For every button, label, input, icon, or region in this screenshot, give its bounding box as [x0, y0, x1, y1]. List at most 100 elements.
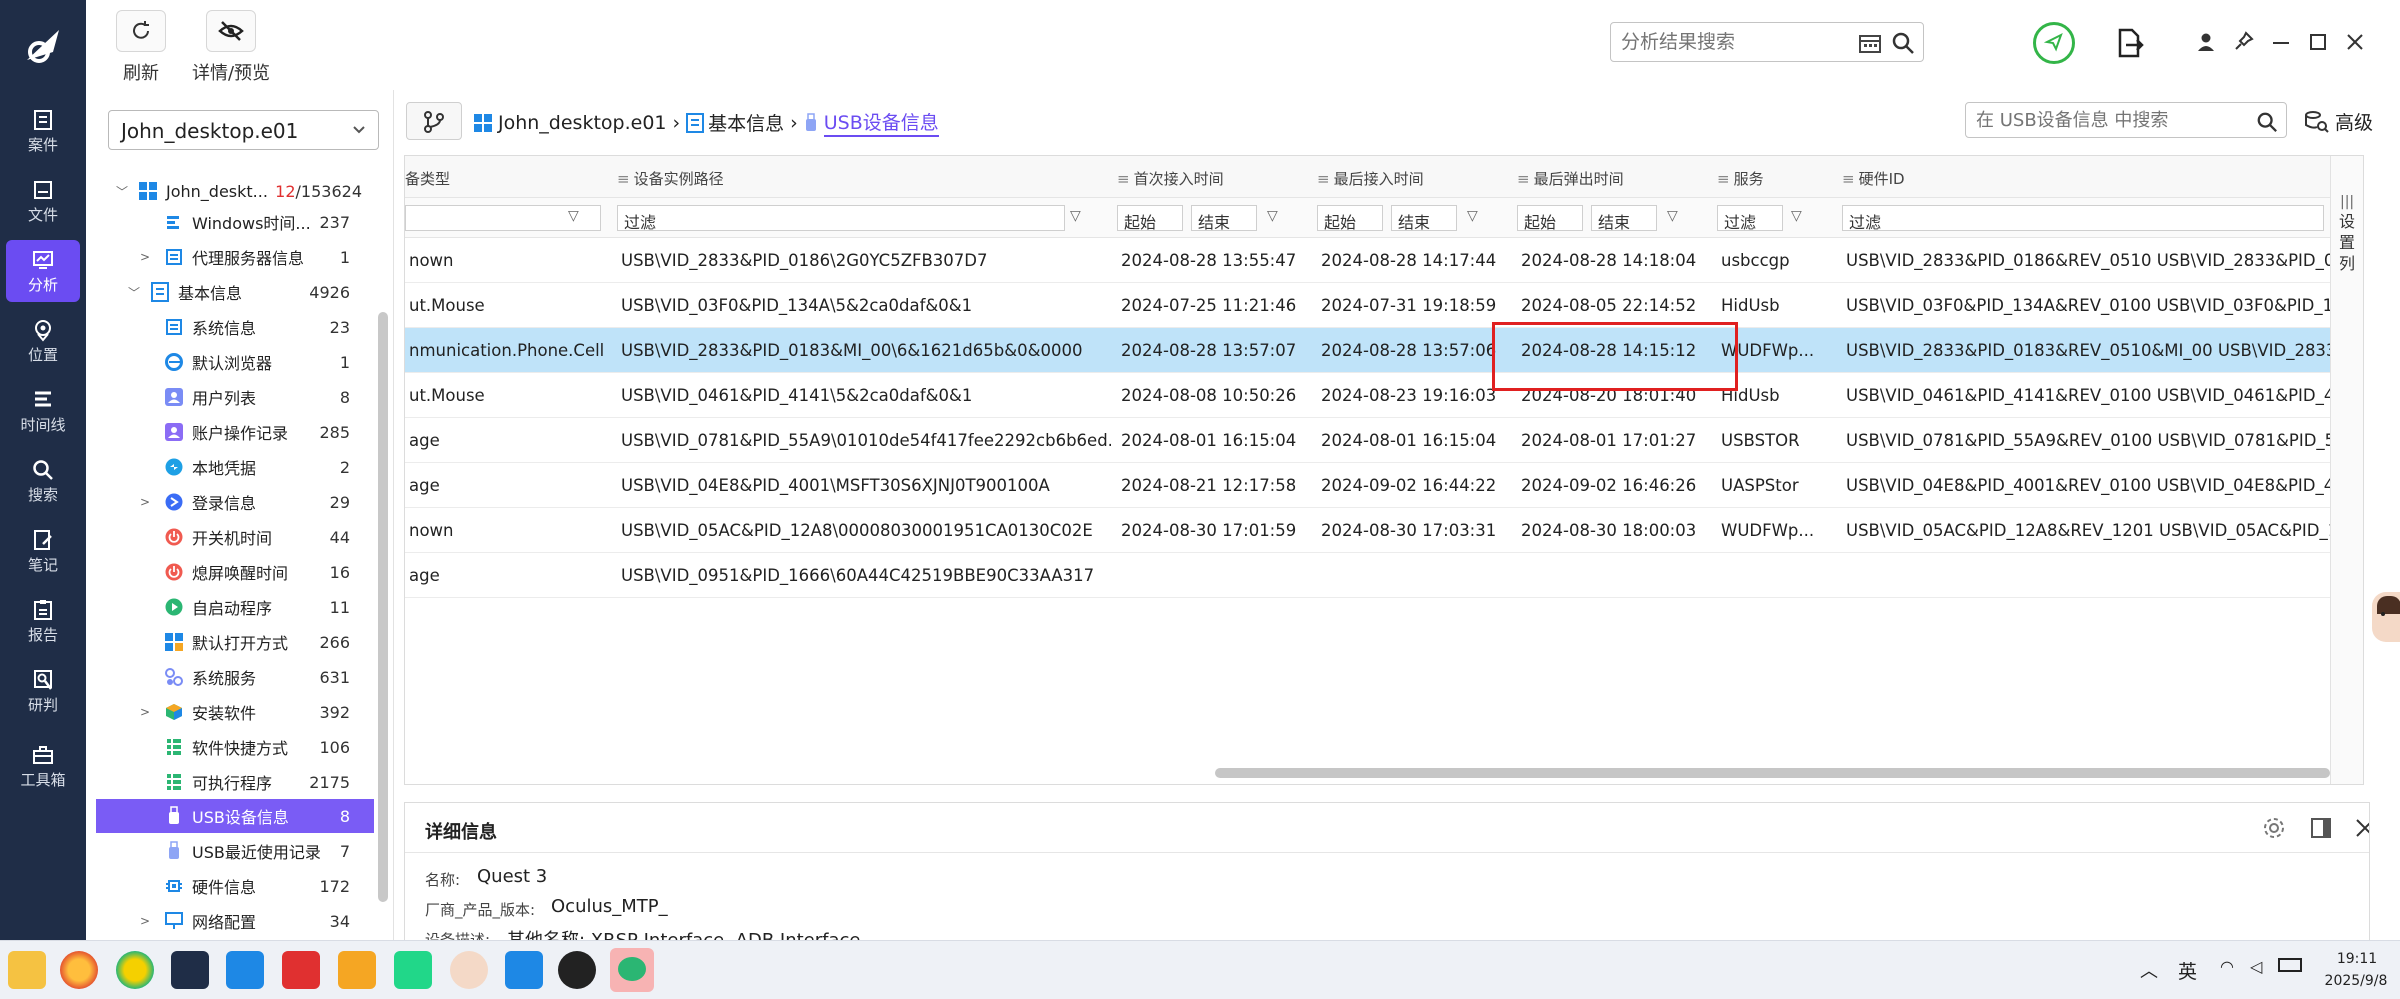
nav-report[interactable]: 报告: [6, 590, 80, 652]
column-header[interactable]: ≡ 最后接入时间: [1317, 168, 1424, 189]
refresh-button[interactable]: 刷新: [116, 10, 166, 85]
tree-item-default-browser[interactable]: 默认浏览器 1: [96, 345, 364, 379]
filter-icon[interactable]: ▽: [568, 208, 579, 224]
expand-icon[interactable]: >: [140, 250, 150, 264]
panel-layout-icon[interactable]: [2310, 817, 2332, 839]
forensic-app-icon[interactable]: [171, 951, 209, 989]
wechat-icon[interactable]: [610, 948, 654, 992]
column-settings-button[interactable]: 设置列: [2339, 211, 2357, 274]
filter-input[interactable]: 过滤: [617, 205, 1065, 231]
date-end-input[interactable]: 结束: [1391, 205, 1457, 231]
breadcrumb-root[interactable]: John_desktop.e01: [498, 112, 667, 134]
date-end-input[interactable]: 结束: [1591, 205, 1657, 231]
tree-item-local-credentials[interactable]: 本地凭据 2: [96, 450, 364, 484]
filter-icon[interactable]: ▽: [1467, 208, 1478, 224]
settings-icon[interactable]: [2263, 817, 2285, 839]
drag-handle-icon[interactable]: |||: [2340, 194, 2354, 210]
maximize-icon[interactable]: [2310, 34, 2326, 50]
collapse-icon[interactable]: ﹀: [116, 183, 128, 200]
tree-item-default-open[interactable]: 默认打开方式 266: [96, 625, 364, 659]
nav-toolbox[interactable]: 工具箱: [6, 735, 80, 797]
tree-item-hardware[interactable]: 硬件信息 172: [96, 869, 364, 903]
arrow-app-icon[interactable]: [505, 951, 543, 989]
user-icon[interactable]: [2197, 32, 2215, 52]
filter-icon[interactable]: ▽: [1070, 208, 1081, 224]
ime-indicator[interactable]: 英: [2178, 957, 2197, 984]
tree-item-usb-devices[interactable]: USB设备信息 8: [96, 799, 374, 833]
table-search-input[interactable]: [1976, 108, 2236, 132]
table-row[interactable]: nown USB\VID_2833&PID_0186\2G0YC5ZFB307D7…: [405, 238, 2363, 283]
volume-icon[interactable]: ◁: [2250, 957, 2262, 976]
tree-item-basic-info[interactable]: ﹀ 基本信息 4926: [96, 275, 364, 309]
tree-scrollbar[interactable]: [378, 312, 388, 902]
date-start-input[interactable]: 起始: [1117, 205, 1183, 231]
table-row[interactable]: age USB\VID_0781&PID_55A9\01010de54f417fe…: [405, 418, 2363, 463]
breadcrumb-mid[interactable]: 基本信息: [708, 109, 784, 136]
tree-item-user-list[interactable]: 用户列表 8: [96, 380, 364, 414]
result-search-input[interactable]: [1621, 29, 1811, 55]
nav-note[interactable]: 笔记: [6, 520, 80, 582]
advanced-search-button[interactable]: 高级: [2305, 108, 2373, 135]
tree-item-account-log[interactable]: 账户操作记录 285: [96, 415, 364, 449]
battery-icon[interactable]: [2278, 958, 2302, 972]
filter-icon[interactable]: ▽: [1267, 208, 1278, 224]
branch-button[interactable]: [406, 102, 462, 140]
tree-item-windows-timeline[interactable]: Windows时间... 237: [96, 205, 364, 239]
assistant-avatar[interactable]: [2372, 592, 2400, 642]
nav-timeline[interactable]: 时间线: [6, 380, 80, 442]
column-header[interactable]: ≡ 服务: [1717, 168, 1764, 189]
filter-icon[interactable]: ▽: [1667, 208, 1678, 224]
table-row[interactable]: age USB\VID_04E8&PID_4001\MSFT30S6XJNJ0T9…: [405, 463, 2363, 508]
table-row[interactable]: ut.Mouse USB\VID_03F0&PID_134A\5&2ca0daf&…: [405, 283, 2363, 328]
close-icon[interactable]: [2355, 818, 2370, 838]
browser-app-icon[interactable]: [116, 951, 154, 989]
expand-icon[interactable]: >: [140, 705, 150, 719]
table-row[interactable]: ut.Mouse USB\VID_0461&PID_4141\5&2ca0daf&…: [405, 373, 2363, 418]
tree-item-login-info[interactable]: > 登录信息 29: [96, 485, 364, 519]
nav-file[interactable]: 文件: [6, 170, 80, 232]
table-horizontal-scrollbar[interactable]: [1215, 768, 2330, 778]
status-indicator-button[interactable]: [2033, 22, 2075, 64]
column-header[interactable]: ≡ 硬件ID: [1842, 168, 1905, 189]
editor-app-icon[interactable]: [338, 951, 376, 989]
tree-item-proxy[interactable]: > 代理服务器信息 1: [96, 240, 364, 274]
pdf-app-icon[interactable]: [282, 951, 320, 989]
tree-root-evidence[interactable]: ﹀ John_deskt... 12/153624: [96, 174, 364, 208]
expand-icon[interactable]: >: [140, 914, 150, 928]
nav-location[interactable]: 位置: [6, 310, 80, 372]
wifi-icon[interactable]: ◠: [2220, 957, 2234, 976]
tree-item-shortcuts[interactable]: 软件快捷方式 106: [96, 730, 364, 764]
filter-icon[interactable]: ▽: [1791, 208, 1802, 224]
minimize-icon[interactable]: [2273, 42, 2289, 44]
table-row[interactable]: nown USB\VID_05AC&PID_12A8\00008030001951…: [405, 508, 2363, 553]
column-header[interactable]: 备类型: [405, 168, 450, 189]
search-icon[interactable]: [2256, 111, 2278, 133]
preview-button[interactable]: 详情/预览: [176, 10, 286, 85]
column-header[interactable]: ≡ 最后弹出时间: [1517, 168, 1624, 189]
close-icon[interactable]: [2346, 33, 2364, 51]
table-row[interactable]: age USB\VID_0951&PID_1666\60A44C42519BBE9…: [405, 553, 2363, 598]
clock-time[interactable]: 19:11: [2322, 951, 2392, 967]
nav-case[interactable]: 案件: [6, 100, 80, 162]
qq-icon[interactable]: [558, 951, 596, 989]
clock-date[interactable]: 2025/9/8: [2316, 973, 2396, 989]
tree-item-installed-software[interactable]: > 安装软件 392: [96, 695, 364, 729]
breadcrumb-current[interactable]: USB设备信息: [823, 108, 939, 137]
evidence-dropdown[interactable]: John_desktop.e01: [108, 110, 379, 150]
pycharm-icon[interactable]: [394, 951, 432, 989]
tree-item-executables[interactable]: 可执行程序 2175: [96, 765, 364, 799]
pin-icon[interactable]: [2234, 31, 2254, 51]
date-start-input[interactable]: 起始: [1317, 205, 1383, 231]
nav-analysis[interactable]: 分析: [6, 240, 80, 302]
tree-item-power-time[interactable]: 开关机时间 44: [96, 520, 364, 554]
firefox-icon[interactable]: [60, 951, 98, 989]
calendar-icon[interactable]: [1859, 33, 1881, 53]
nav-judge[interactable]: 研判: [6, 660, 80, 722]
export-icon[interactable]: [2116, 28, 2144, 58]
search-icon[interactable]: [1891, 31, 1915, 55]
tree-item-system-service[interactable]: 系统服务 631: [96, 660, 364, 694]
date-end-input[interactable]: 结束: [1191, 205, 1257, 231]
window-app-icon[interactable]: [226, 951, 264, 989]
tree-item-screen-wake[interactable]: 熄屏唤醒时间 16: [96, 555, 364, 589]
table-row[interactable]: nmunication.Phone.Cell USB\VID_2833&PID_0…: [405, 328, 2363, 373]
